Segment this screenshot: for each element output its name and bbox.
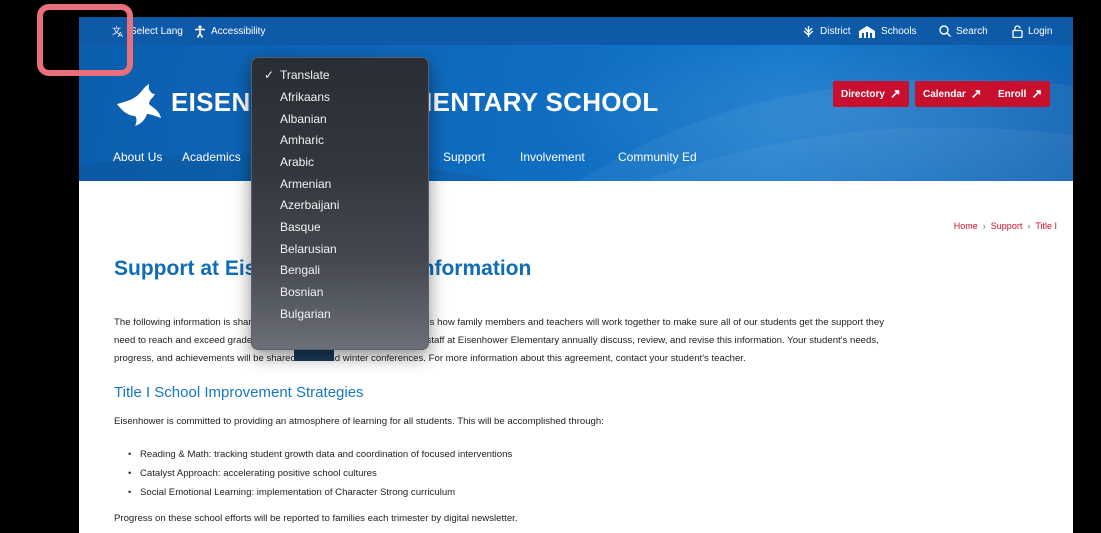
intro-line-3: progress, and achievements will be share… [114,353,746,364]
search-label: Search [956,25,988,37]
nav-item-support[interactable]: Support [443,150,485,164]
breadcrumb-separator-icon: › [1027,221,1031,231]
list-item: Reading & Math: tracking student growth … [126,445,512,464]
list-item: Catalyst Approach: accelerating positive… [126,464,512,483]
calendar-button[interactable]: Calendar ↗ [915,81,990,107]
language-option-translate[interactable]: ✓ Translate [252,64,428,86]
section-intro: Eisenhower is committed to providing an … [114,416,604,427]
schools-link[interactable]: Schools [858,17,917,45]
checkmark-icon: ✓ [263,67,274,82]
language-option-label: Translate [280,67,330,82]
language-option[interactable]: Albanian [252,108,428,130]
directory-label: Directory [841,88,885,100]
closing-text: Progress on these school efforts will be… [114,513,518,524]
language-option-label: Amharic [280,133,325,148]
language-option[interactable]: Afrikaans [252,86,428,108]
district-link[interactable]: District [802,17,851,45]
language-option-label: Basque [280,219,321,234]
enroll-label: Enroll [998,88,1027,100]
language-option[interactable]: Bulgarian [252,303,428,325]
section-heading: Title I School Improvement Strategies [114,384,364,401]
search-button[interactable]: Search [939,17,988,45]
list-item: Social Emotional Learning: implementatio… [126,483,512,502]
login-button[interactable]: Login [1012,17,1052,45]
nav-item-academics[interactable]: Academics [182,150,241,164]
intro-line-2: need to reach and exceed grade-level sta… [114,335,879,346]
external-arrow-icon: ↗ [970,86,982,101]
accessibility-label: Accessibility [211,25,266,37]
highlight-annotation [37,4,133,76]
language-option-label: Bosnian [280,284,324,299]
language-option[interactable]: Amharic [252,130,428,152]
language-option-label: Bengali [280,263,321,278]
language-option-label: Albanian [280,111,327,126]
external-arrow-icon: ↗ [1031,86,1043,101]
language-option[interactable]: Bosnian [252,281,428,303]
login-label: Login [1028,25,1053,37]
breadcrumb: Home › Support › Title I [954,221,1057,231]
site-header: EISENHOWER ELEMENTARY SCHOOL Directory ↗… [79,45,1073,181]
nav-item-about-us[interactable]: About Us [113,150,162,164]
strategies-list: Reading & Math: tracking student growth … [126,445,512,502]
breadcrumb-separator-icon: › [982,221,986,231]
language-option-label: Belarusian [280,241,337,256]
language-option-label: Armenian [280,176,332,191]
district-icon [802,25,815,38]
search-icon [939,25,951,37]
external-arrow-icon: ↗ [889,86,901,101]
nav-item-involvement[interactable]: Involvement [520,150,585,164]
breadcrumb-support[interactable]: Support [991,221,1023,231]
calendar-label: Calendar [923,88,966,100]
language-option[interactable]: Bengali [252,260,428,282]
language-option[interactable]: Azerbaijani [252,195,428,217]
enroll-button[interactable]: Enroll ↗ [990,81,1051,107]
district-label: District [820,25,851,37]
select-lang-label: Select Lang [130,25,183,37]
breadcrumb-title-i: Title I [1035,221,1057,231]
language-option-label: Afrikaans [280,89,331,104]
school-website: 文A Select Lang Accessibility District Sc… [79,17,1073,533]
directory-button[interactable]: Directory ↗ [833,81,909,107]
language-option-label: Azerbaijani [280,198,340,213]
language-option[interactable]: Arabic [252,151,428,173]
intro-line-1: The following information is shared in a… [114,317,885,328]
lock-icon [1012,24,1023,38]
accessibility-button[interactable]: Accessibility [194,17,265,45]
language-option-label: Arabic [280,154,315,169]
language-option-label: Bulgarian [280,306,331,321]
language-option[interactable]: Belarusian [252,238,428,260]
language-option[interactable]: Armenian [252,173,428,195]
language-dropdown-menu[interactable]: ✓ Translate Afrikaans Albanian Amharic A… [251,57,429,350]
nav-item-community-ed[interactable]: Community Ed [618,150,697,164]
school-logo-eagle-icon[interactable] [115,82,163,128]
breadcrumb-home[interactable]: Home [954,221,978,231]
schools-label: Schools [881,25,917,37]
language-option[interactable]: Basque [252,216,428,238]
accessibility-icon [194,24,206,38]
utility-bar: 文A Select Lang Accessibility District Sc… [79,17,1073,45]
main-navigation: About Us Academics Support Involvement C… [79,143,1073,173]
schools-icon [858,25,876,38]
